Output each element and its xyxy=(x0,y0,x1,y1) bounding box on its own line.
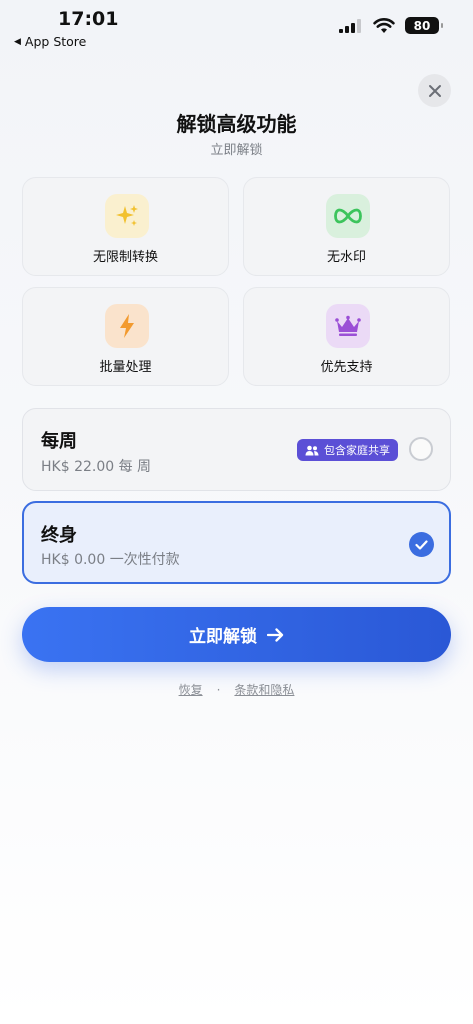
sparkles-icon xyxy=(116,205,138,226)
status-time: 17:01 xyxy=(58,8,119,30)
cellular-signal-icon xyxy=(339,18,361,33)
wifi-icon xyxy=(373,17,395,33)
close-button[interactable] xyxy=(418,74,451,107)
plan-radio-unchecked[interactable] xyxy=(409,437,433,461)
unlock-now-label: 立即解锁 xyxy=(189,627,257,647)
feature-card-priority-support: 优先支持 xyxy=(243,287,450,386)
feature-icon-box xyxy=(105,194,149,238)
arrow-right-icon xyxy=(267,627,284,642)
people-icon xyxy=(305,445,319,455)
back-app-label: App Store xyxy=(24,34,87,49)
feature-card-unlimited-conversion: 无限制转换 xyxy=(22,177,229,276)
back-triangle-icon: ◀ xyxy=(14,36,21,47)
feature-label: 优先支持 xyxy=(320,360,373,375)
bolt-icon xyxy=(120,314,134,338)
plan-name: 每周 xyxy=(41,431,77,452)
plan-option-weekly[interactable]: 每周 HK$ 22.00 每 周 包含家庭共享 xyxy=(22,408,451,491)
unlock-now-button[interactable]: 立即解锁 xyxy=(22,607,451,662)
plan-price: HK$ 22.00 每 周 xyxy=(41,459,152,475)
terms-privacy-link[interactable]: 条款和隐私 xyxy=(234,681,294,698)
back-to-app-store[interactable]: ◀ App Store xyxy=(14,34,86,49)
status-indicators: 80 xyxy=(339,17,443,34)
battery-level: 80 xyxy=(413,18,431,33)
feature-label: 无水印 xyxy=(326,250,366,265)
close-icon xyxy=(428,84,441,97)
family-sharing-badge: 包含家庭共享 xyxy=(297,439,398,461)
crown-icon xyxy=(335,315,361,336)
page-subtitle: 立即解锁 xyxy=(210,143,263,158)
feature-card-no-watermark: 无水印 xyxy=(243,177,450,276)
feature-label: 无限制转换 xyxy=(92,250,158,265)
footer-links: 恢复 · 条款和隐私 xyxy=(0,681,473,698)
page-title: 解锁高级功能 xyxy=(176,112,297,136)
plan-name: 终身 xyxy=(41,525,77,546)
restore-link[interactable]: 恢复 xyxy=(179,681,203,698)
plan-price: HK$ 0.00 一次性付款 xyxy=(41,552,180,568)
battery-indicator: 80 xyxy=(405,17,443,34)
infinity-icon xyxy=(334,208,362,224)
feature-card-batch-processing: 批量处理 xyxy=(22,287,229,386)
feature-label: 批量处理 xyxy=(99,360,152,375)
plan-option-lifetime[interactable]: 终身 HK$ 0.00 一次性付款 xyxy=(22,501,451,584)
feature-icon-box xyxy=(326,194,370,238)
checkmark-icon xyxy=(415,539,428,550)
plan-radio-checked[interactable] xyxy=(409,532,434,557)
family-sharing-label: 包含家庭共享 xyxy=(324,444,390,457)
footer-separator: · xyxy=(216,682,221,697)
feature-icon-box xyxy=(326,304,370,348)
feature-icon-box xyxy=(105,304,149,348)
